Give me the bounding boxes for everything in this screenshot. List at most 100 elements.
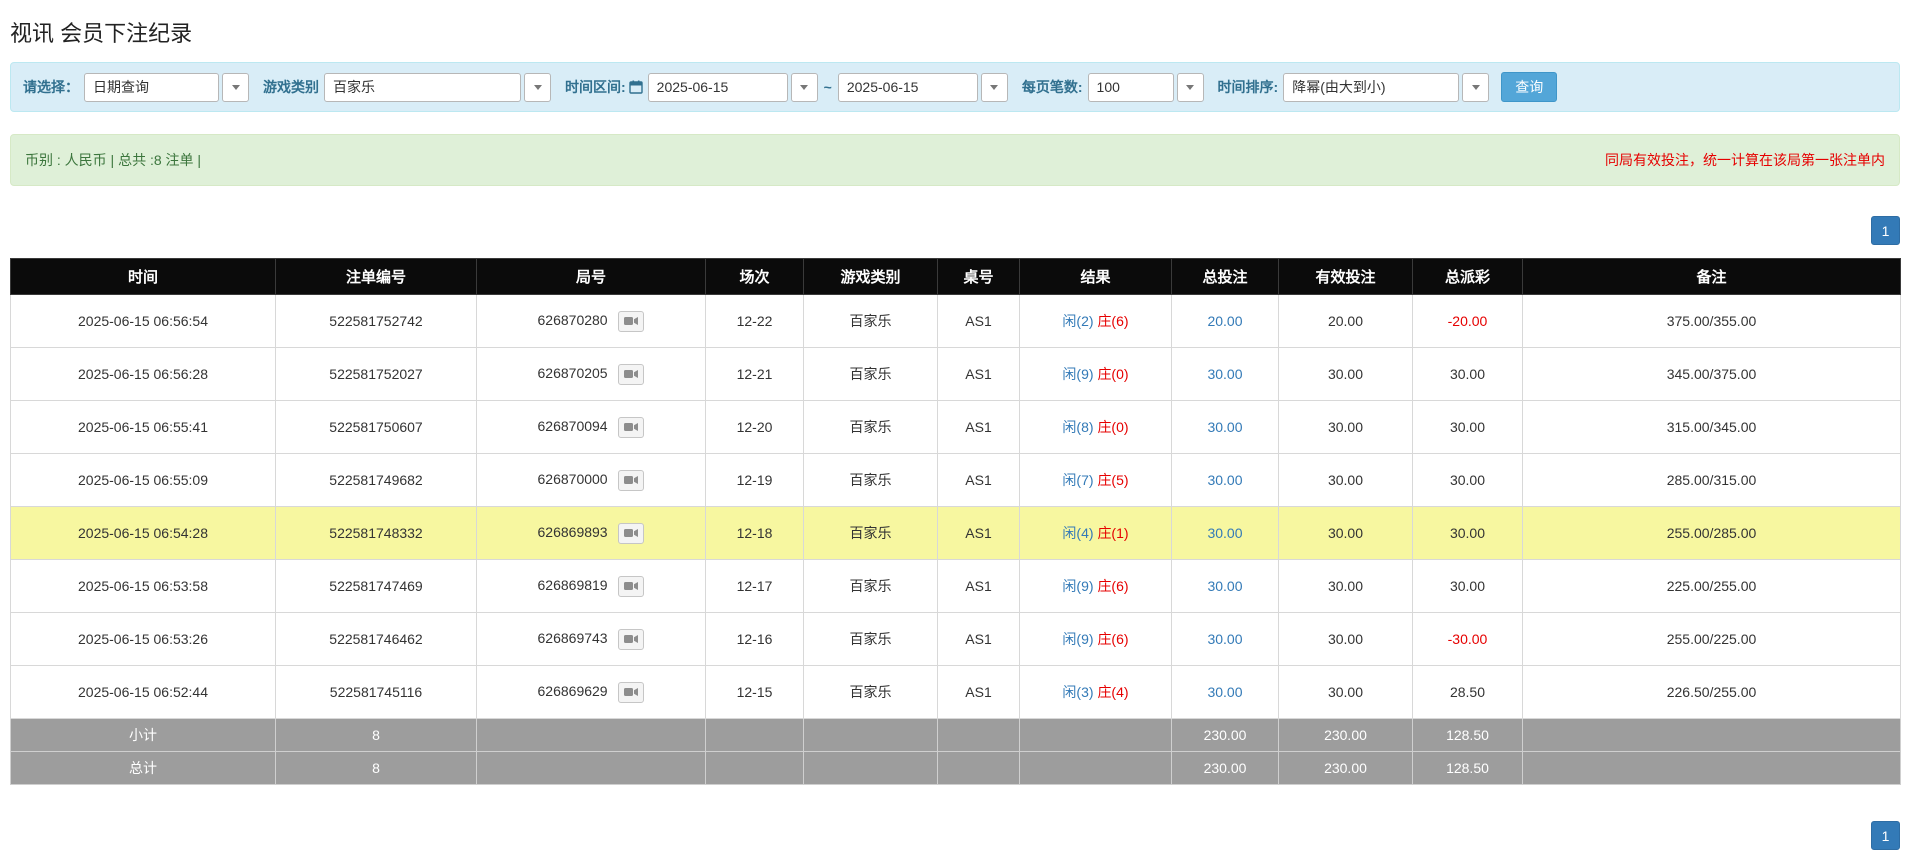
cell-session: 12-20 xyxy=(706,401,804,454)
cell-table-no: AS1 xyxy=(938,295,1020,348)
chevron-down-icon xyxy=(232,85,240,90)
cell-valid-bet: 20.00 xyxy=(1279,295,1413,348)
total-bet-link[interactable]: 30.00 xyxy=(1207,366,1242,382)
select-label: 请选择： xyxy=(23,77,79,97)
cell-payout: 30.00 xyxy=(1413,348,1523,401)
cell-table-no: AS1 xyxy=(938,613,1020,666)
cell-remark: 315.00/345.00 xyxy=(1523,401,1901,454)
total-bet-link[interactable]: 20.00 xyxy=(1207,313,1242,329)
page-size-dropdown-button[interactable] xyxy=(1177,73,1204,102)
video-replay-icon-button[interactable] xyxy=(618,470,644,491)
date-range-label: 时间区间: xyxy=(565,77,643,97)
cell-payout: 30.00 xyxy=(1413,507,1523,560)
date-from-dropdown-button[interactable] xyxy=(791,73,818,102)
query-type-input[interactable] xyxy=(84,73,219,102)
cell-table-no: AS1 xyxy=(938,666,1020,719)
cell-game-type: 百家乐 xyxy=(804,666,938,719)
cell-round-id: 626870000 xyxy=(477,454,706,507)
cell-bet-id: 522581750607 xyxy=(276,401,477,454)
pagination-bottom: 1 xyxy=(10,821,1900,850)
total-empty xyxy=(938,752,1020,785)
date-range-label-text: 时间区间: xyxy=(565,77,626,97)
table-row: 2025-06-15 06:53:58 522581747469 6268698… xyxy=(11,560,1901,613)
cell-total-bet: 30.00 xyxy=(1172,507,1279,560)
subtotal-row: 小计 8 230.00 230.00 128.50 xyxy=(11,719,1901,752)
chevron-down-icon xyxy=(534,85,542,90)
table-row: 2025-06-15 06:53:26 522581746462 6268697… xyxy=(11,613,1901,666)
search-button[interactable]: 查询 xyxy=(1501,72,1557,102)
date-from-combobox xyxy=(648,73,818,102)
cell-remark: 285.00/315.00 xyxy=(1523,454,1901,507)
date-range-separator: ~ xyxy=(824,79,832,95)
result-banker: 庄(6) xyxy=(1097,631,1128,647)
cell-session: 12-19 xyxy=(706,454,804,507)
page-size-label: 每页笔数: xyxy=(1022,77,1083,97)
cell-bet-id: 522581749682 xyxy=(276,454,477,507)
cell-result: 闲(9) 庄(6) xyxy=(1020,613,1172,666)
subtotal-empty xyxy=(1523,719,1901,752)
game-type-dropdown-button[interactable] xyxy=(524,73,551,102)
total-bet-link[interactable]: 30.00 xyxy=(1207,472,1242,488)
query-type-dropdown-button[interactable] xyxy=(222,73,249,102)
page-button[interactable]: 1 xyxy=(1871,216,1900,245)
game-type-input[interactable] xyxy=(324,73,521,102)
column-header: 场次 xyxy=(706,259,804,295)
cell-valid-bet: 30.00 xyxy=(1279,454,1413,507)
round-id-text: 626869893 xyxy=(538,524,608,540)
page-size-input[interactable] xyxy=(1088,73,1174,102)
video-replay-icon-button[interactable] xyxy=(618,682,644,703)
video-replay-icon xyxy=(624,634,638,644)
video-replay-icon-button[interactable] xyxy=(618,364,644,385)
date-to-dropdown-button[interactable] xyxy=(981,73,1008,102)
cell-game-type: 百家乐 xyxy=(804,507,938,560)
cell-result: 闲(3) 庄(4) xyxy=(1020,666,1172,719)
bet-records-table: 时间注单编号局号场次游戏类别桌号结果总投注有效投注总派彩备注 2025-06-1… xyxy=(10,258,1901,785)
cell-remark: 345.00/375.00 xyxy=(1523,348,1901,401)
column-header: 桌号 xyxy=(938,259,1020,295)
video-replay-icon-button[interactable] xyxy=(618,576,644,597)
result-banker: 庄(6) xyxy=(1097,578,1128,594)
total-label: 总计 xyxy=(11,752,276,785)
subtotal-valid-bet: 230.00 xyxy=(1279,719,1413,752)
cell-total-bet: 20.00 xyxy=(1172,295,1279,348)
video-replay-icon xyxy=(624,528,638,538)
total-bet-link[interactable]: 30.00 xyxy=(1207,684,1242,700)
cell-total-bet: 30.00 xyxy=(1172,613,1279,666)
result-player: 闲(9) xyxy=(1062,631,1093,647)
video-replay-icon-button[interactable] xyxy=(618,311,644,332)
cell-payout: 30.00 xyxy=(1413,401,1523,454)
cell-valid-bet: 30.00 xyxy=(1279,560,1413,613)
total-empty xyxy=(1020,752,1172,785)
filter-bar: 请选择： 游戏类别 时间区间: xyxy=(10,62,1900,112)
table-header-row: 时间注单编号局号场次游戏类别桌号结果总投注有效投注总派彩备注 xyxy=(11,259,1901,295)
page-button[interactable]: 1 xyxy=(1871,821,1900,850)
total-count: 8 xyxy=(276,752,477,785)
cell-round-id: 626869743 xyxy=(477,613,706,666)
game-type-combobox xyxy=(324,73,551,102)
video-replay-icon-button[interactable] xyxy=(618,629,644,650)
date-from-input[interactable] xyxy=(648,73,788,102)
total-bet-link[interactable]: 30.00 xyxy=(1207,419,1242,435)
cell-game-type: 百家乐 xyxy=(804,401,938,454)
cell-valid-bet: 30.00 xyxy=(1279,613,1413,666)
query-type-combobox xyxy=(84,73,249,102)
subtotal-total-bet: 230.00 xyxy=(1172,719,1279,752)
date-to-input[interactable] xyxy=(838,73,978,102)
cell-session: 12-17 xyxy=(706,560,804,613)
game-type-label: 游戏类别 xyxy=(263,77,319,97)
cell-payout: -30.00 xyxy=(1413,613,1523,666)
cell-time: 2025-06-15 06:56:28 xyxy=(11,348,276,401)
total-bet-link[interactable]: 30.00 xyxy=(1207,578,1242,594)
column-header: 注单编号 xyxy=(276,259,477,295)
total-empty xyxy=(477,752,706,785)
cell-table-no: AS1 xyxy=(938,507,1020,560)
sort-input[interactable] xyxy=(1283,73,1459,102)
subtotal-empty xyxy=(938,719,1020,752)
video-replay-icon-button[interactable] xyxy=(618,417,644,438)
total-bet-link[interactable]: 30.00 xyxy=(1207,525,1242,541)
cell-payout: -20.00 xyxy=(1413,295,1523,348)
total-bet-link[interactable]: 30.00 xyxy=(1207,631,1242,647)
cell-time: 2025-06-15 06:56:54 xyxy=(11,295,276,348)
video-replay-icon-button[interactable] xyxy=(618,523,644,544)
sort-dropdown-button[interactable] xyxy=(1462,73,1489,102)
